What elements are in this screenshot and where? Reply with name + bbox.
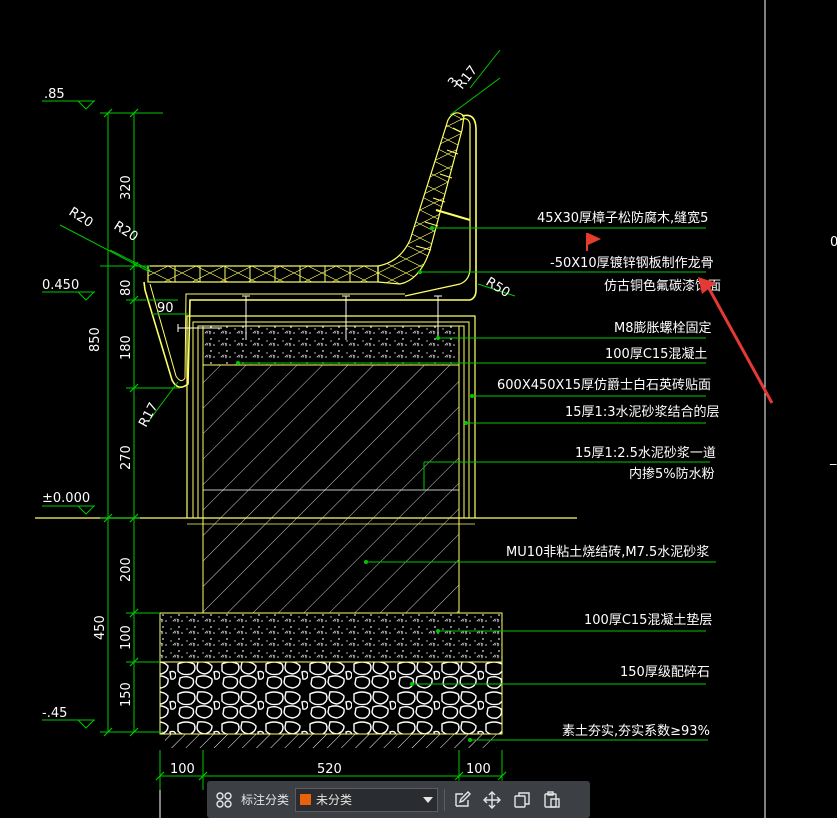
dim-850: 850 [88,327,103,352]
category-select[interactable]: 未分类 [295,787,439,812]
toolbar-separator [444,788,446,811]
edge-text-2: _ [829,451,837,466]
annotation-wood: 45X30厚樟子松防腐木,缝宽5 [537,210,708,226]
dim-bottom-right: 100 [466,762,491,777]
paste-icon[interactable] [541,789,563,811]
annotation-cushion: 100厚C15混凝土垫层 [584,612,712,628]
radius-r17-bottom: R17 [136,400,161,430]
elevation-ground: ±0.000 [42,491,90,506]
move-icon[interactable] [481,789,503,811]
annotation-mortar-bond: 15厚1:3水泥砂浆结合的层 [565,404,719,420]
dim-90: 90 [157,301,174,316]
annotation-toolbar: 标注分类 未分类 [207,781,590,818]
annotation-bolt: M8膨胀螺栓固定 [614,321,712,336]
annotation-mortar-coat: 15厚1:2.5水泥砂浆一道 [575,446,716,461]
radius-r50: R50 [483,275,513,301]
dim-100: 100 [119,625,134,650]
annotation-concrete: 100厚C15混凝土 [605,346,707,362]
dim-150: 150 [119,682,134,707]
edge-text-1: 0 [830,235,837,250]
concrete-cushion-layer [159,612,503,663]
backrest-slats [377,112,465,285]
dim-80: 80 [119,279,134,296]
brick-core [202,364,460,614]
backrest-brace [435,209,471,221]
seat-slats [147,265,379,283]
radius-r20-a: R20 [66,205,96,231]
grid-icon[interactable] [213,789,235,811]
annotation-gravel: 150厚级配碎石 [620,665,710,680]
radius-r20-b: R20 [111,219,141,245]
dim-270: 270 [119,445,134,470]
category-swatch [300,794,312,805]
elevation-bottom: -.45 [42,706,67,721]
flag-icon[interactable] [586,233,601,251]
dim-450: 450 [93,615,108,640]
annotation-soil: 素土夯实,夯实系数≥93% [562,724,710,739]
copy-icon[interactable] [511,789,533,811]
dim-bottom-left: 100 [170,762,195,777]
annotation-waterproof: 内掺5%防水粉 [629,466,715,482]
edit-icon[interactable] [451,789,473,811]
annotation-steel-keel: -50X10厚镀锌钢板制作龙骨 [550,255,714,271]
annotation-brick: MU10非粘土烧结砖,M7.5水泥砂浆 [506,545,709,560]
cad-drawing-canvas[interactable]: 0 _ .85 0.450 ±0.000 -.45 320 80 850 180… [0,0,837,818]
dim-180: 180 [119,335,134,360]
chevron-down-icon [423,796,434,803]
category-select-value: 未分类 [316,793,353,807]
dim-200: 200 [119,557,134,582]
elevation-seat: 0.450 [42,278,79,293]
compacted-soil-layer [165,734,497,748]
annotation-tile: 600X450X15厚仿爵士白石英砖贴面 [497,377,711,393]
concrete-cap [202,325,460,366]
dim-320: 320 [119,175,134,200]
graded-gravel-layer [159,661,503,735]
dim-bottom-middle: 520 [317,762,342,777]
category-label: 标注分类 [241,793,290,807]
elevation-top: .85 [44,87,65,102]
